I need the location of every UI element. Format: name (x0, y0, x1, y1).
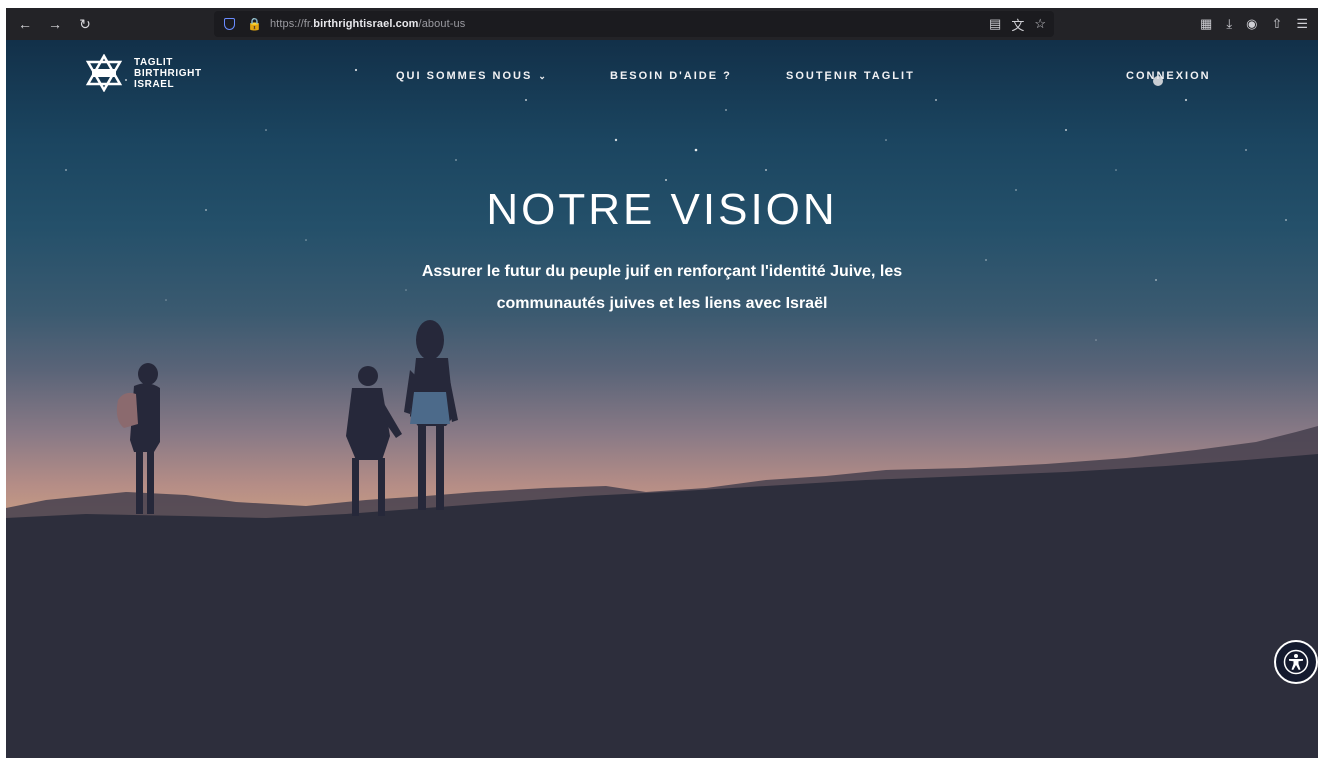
lock-icon[interactable]: 🔒 (247, 17, 262, 31)
back-arrow-icon[interactable]: ← (10, 9, 40, 39)
reload-icon[interactable]: ↻ (70, 9, 100, 39)
star-of-david-logo-icon (85, 54, 123, 92)
reader-view-icon[interactable]: ▤ (989, 16, 1001, 32)
nav-support[interactable]: SOUTENIR TAGLIT (786, 70, 915, 82)
nav-login[interactable]: CONNEXION (1126, 70, 1211, 82)
share-icon[interactable]: ⇧ (1271, 16, 1282, 32)
url-text[interactable]: https://fr.birthrightisrael.com/about-us (270, 18, 465, 30)
star-icon[interactable]: ☆ (1034, 16, 1046, 32)
landscape-scene (6, 320, 1318, 758)
accessibility-button[interactable] (1274, 640, 1318, 684)
hero-section: TAGLIT BIRTHRIGHT ISRAEL QUI SOMMES NOUS… (6, 40, 1318, 758)
accessibility-icon (1283, 649, 1309, 675)
forward-arrow-icon[interactable]: → (40, 9, 70, 39)
browser-toolbar: ← → ↻ 🔒 https://fr.birthrightisrael.com/… (6, 8, 1318, 40)
mouse-cursor (1153, 76, 1163, 86)
tracking-shield-icon[interactable] (224, 18, 235, 30)
site-logo[interactable]: TAGLIT BIRTHRIGHT ISRAEL (80, 54, 202, 92)
hamburger-menu-icon[interactable]: ☰ (1296, 16, 1308, 32)
account-icon[interactable]: ◉ (1246, 16, 1257, 32)
nav-about[interactable]: QUI SOMMES NOUS ⌄ (396, 70, 548, 82)
page-subtitle: Assurer le futur du peuple juif en renfo… (421, 263, 903, 312)
translate-icon[interactable]: 文 (1011, 15, 1024, 34)
extensions-icon[interactable]: ▦ (1200, 16, 1212, 32)
download-icon[interactable]: ⤓ (1226, 16, 1232, 32)
chevron-down-icon: ⌄ (538, 71, 548, 81)
nav-help[interactable]: BESOIN D'AIDE ? (610, 70, 732, 82)
logo-text: TAGLIT BIRTHRIGHT ISRAEL (134, 56, 202, 90)
address-bar[interactable]: 🔒 https://fr.birthrightisrael.com/about-… (214, 11, 1054, 37)
page-title: NOTRE VISION (486, 185, 838, 234)
